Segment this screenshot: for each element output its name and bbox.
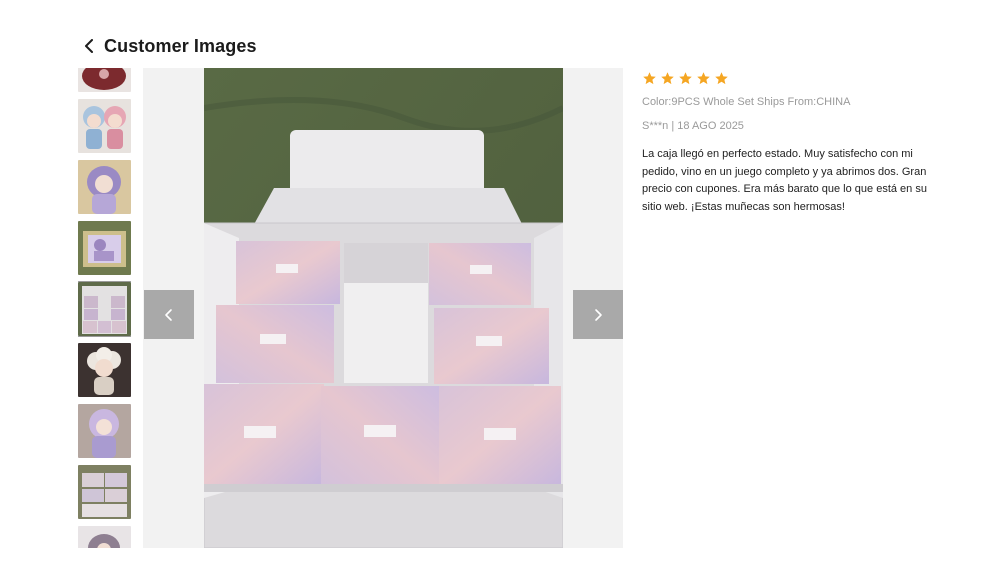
thumbnail-3[interactable]	[78, 160, 131, 214]
chevron-right-icon	[595, 308, 602, 321]
next-image-button[interactable]	[573, 290, 623, 339]
star-icon	[643, 71, 656, 84]
thumbnail-2[interactable]	[78, 99, 131, 153]
page-title: Customer Images	[104, 35, 257, 56]
thumbnail-6[interactable]	[78, 343, 131, 397]
thumbnail-8[interactable]	[78, 465, 131, 519]
back-button[interactable]	[82, 36, 96, 56]
star-icon	[697, 71, 710, 84]
thumbnail-strip[interactable]	[78, 68, 131, 548]
thumbnail-4[interactable]	[78, 221, 131, 275]
page-header: Customer Images	[82, 34, 257, 58]
star-icon	[679, 71, 692, 84]
thumbnail-7[interactable]	[78, 404, 131, 458]
previous-image-button[interactable]	[144, 290, 194, 339]
image-viewer	[143, 68, 623, 548]
review-panel: Color:9PCS Whole Set Ships From:CHINA S*…	[642, 68, 942, 216]
star-icon	[715, 71, 728, 84]
star-rating	[642, 68, 942, 88]
author-date: S***n | 18 AGO 2025	[642, 120, 744, 132]
thumbnail-1[interactable]	[78, 68, 131, 92]
thumbnail-5[interactable]	[78, 281, 131, 337]
thumbnail-9[interactable]	[78, 526, 131, 548]
variant-info: Color:9PCS Whole Set Ships From:CHINA	[642, 96, 851, 108]
review-text: La caja llegó en perfecto estado. Muy sa…	[642, 148, 927, 213]
star-icon	[661, 71, 674, 84]
chevron-left-icon	[85, 39, 93, 53]
customer-photo[interactable]	[204, 68, 563, 548]
chevron-left-icon	[165, 308, 172, 321]
